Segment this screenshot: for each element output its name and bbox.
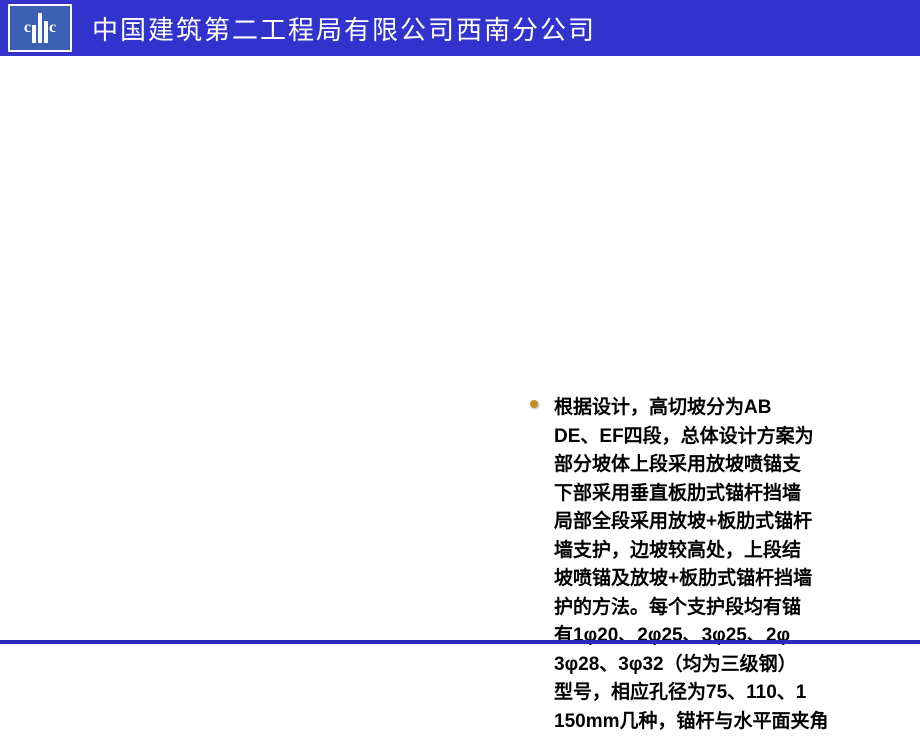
bullet-icon	[530, 400, 538, 408]
header-bar: c c 中国建筑第二工程局有限公司西南分公司	[0, 0, 920, 56]
slide-content: 根据设计，高切坡分为AB DE、EF四段，总体设计方案为 部分坡体上段采用放坡喷…	[0, 56, 920, 690]
header-title: 中国建筑第二工程局有限公司西南分公司	[92, 10, 596, 47]
logo-graphic: c c	[24, 13, 56, 43]
footer-divider	[0, 640, 920, 644]
body-text-below-band: 型号，相应孔径为75、110、1 150mm几种，锚杆与水平面夹角	[554, 682, 829, 732]
body-text-rest: DE、EF四段，总体设计方案为 部分坡体上段采用放坡喷锚支 下部采用垂直板肋式锚…	[554, 426, 814, 675]
body-text-block: 根据设计，高切坡分为AB DE、EF四段，总体设计方案为 部分坡体上段采用放坡喷…	[554, 394, 920, 736]
body-text-line1: 根据设计，高切坡分为AB	[554, 397, 771, 418]
company-logo: c c	[8, 4, 72, 52]
